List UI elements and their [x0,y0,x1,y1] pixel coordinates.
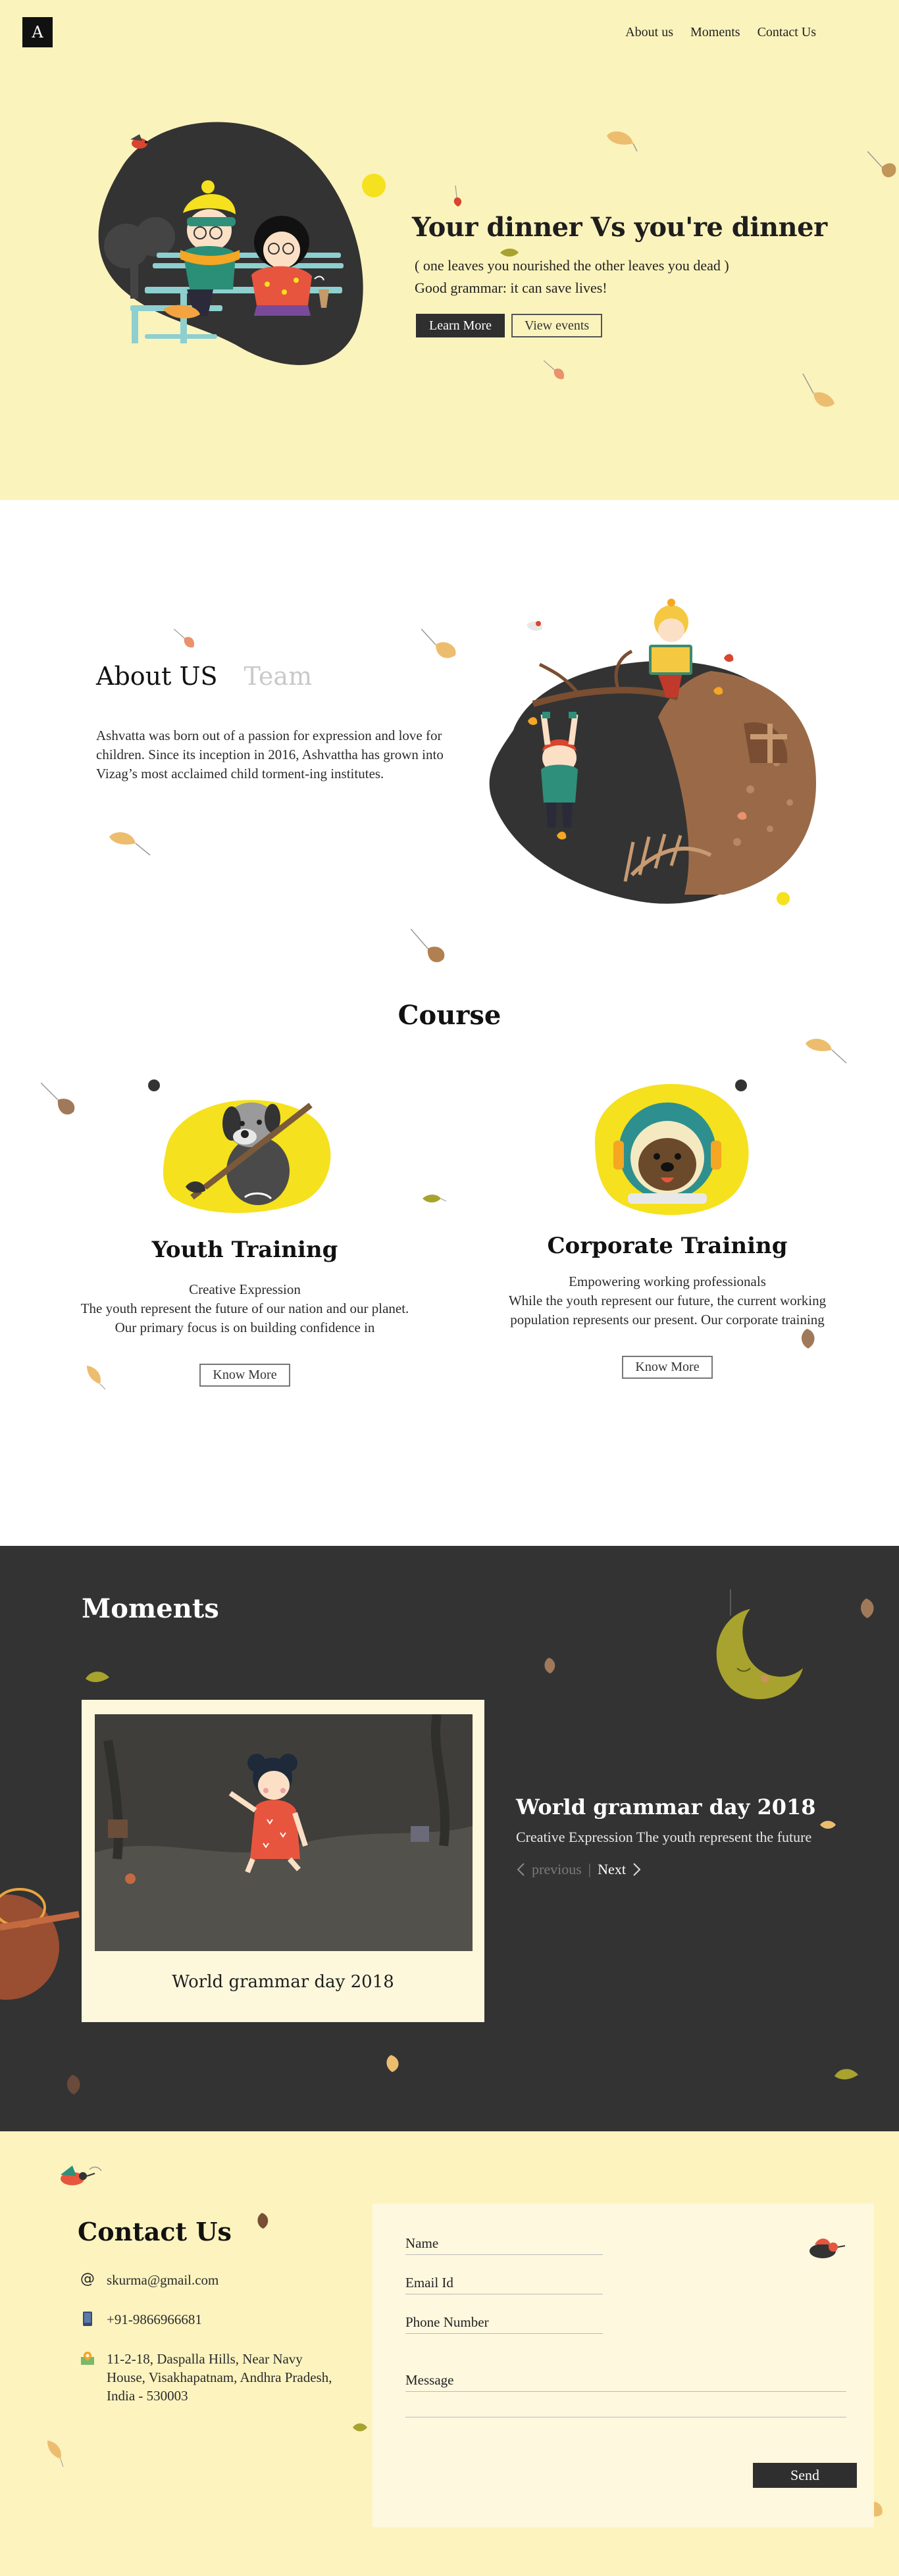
leaf-icon [835,2069,858,2080]
leaf-icon [544,1658,555,1673]
course-card-description: The youth represent the future of our na… [80,1300,409,1335]
leaf-icon [386,2055,399,2072]
leaf-icon [867,151,896,178]
contact-info: @ skurma@gmail.com +91-9866966681 11-2-1… [79,2271,355,2426]
contact-email[interactable]: skurma@gmail.com [107,2271,218,2289]
course-heading: Course [398,1000,501,1031]
hero-section: A About us Moments Contact Us Your dinne… [0,0,899,500]
leaf-icon [257,2213,269,2229]
chevron-right-icon[interactable] [632,1862,642,1877]
leaf-icon [806,1039,847,1064]
email-field[interactable] [405,2272,603,2294]
moments-section: Moments World grammar day 2018 World gra… [0,1546,899,2131]
course-card-subtitle: Empowering working professionals [569,1274,766,1289]
tab-about-us[interactable]: About US [96,662,218,691]
course-card-corporate: Corporate Training Empowering working pr… [496,1068,838,1379]
hero-tagline: ( one leaves you nourished the other lea… [415,257,729,274]
phone-number-field[interactable] [405,2312,603,2334]
course-card-description: While the youth represent our future, th… [508,1293,827,1327]
chevron-left-icon[interactable] [516,1862,525,1877]
contact-address: 11-2-18, Daspalla Hills, Near Navy House… [107,2351,332,2404]
course-card-title: Youth Training [151,1237,338,1263]
bird-icon [130,134,147,149]
moment-details: World grammar day 2018 Creative Expressi… [516,1795,858,1878]
about-section: About US Team Ashvatta was born out of a… [0,500,899,1000]
moment-title: World grammar day 2018 [516,1795,816,1820]
send-button[interactable]: Send [753,2463,857,2488]
nav-about-us[interactable]: About us [625,25,673,40]
hero-copy: Your dinner Vs you're dinner ( one leave… [412,212,833,337]
leaf-icon [86,1672,109,1683]
top-nav: About us Moments Contact Us [625,25,816,40]
contact-phone-row: +91-9866966681 [79,2310,355,2329]
moment-illustration [95,1714,473,1951]
leaf-icon [66,2075,80,2094]
message-field[interactable] [405,2369,846,2392]
moment-card-caption: World grammar day 2018 [172,1972,394,1992]
hero-actions: Learn More View events [416,314,833,337]
course-card-youth: Youth Training Creative Expression The y… [74,1072,416,1387]
hero-title: Your dinner Vs you're dinner [412,212,827,243]
about-description: Ashvatta was born out of a passion for e… [96,728,444,781]
corporate-training-illustration [595,1079,749,1215]
contact-form: Send [372,2204,874,2527]
leaf-icon [802,374,835,407]
about-tabs: About US Team [96,662,312,691]
at-sign-icon: @ [80,2271,95,2287]
moon-planet-icon [0,1888,80,2000]
leaf-icon [411,929,445,962]
course-card-title: Corporate Training [547,1233,788,1259]
leaf-icon [47,2440,64,2467]
location-icon [79,2350,96,2367]
about-illustration [489,599,816,904]
moment-description: Creative Expression The youth represent … [516,1829,812,1845]
leaf-icon [423,1195,446,1202]
leaf-icon [174,629,195,648]
course-section: Course Youth Training Creative Expressio… [0,1000,899,1546]
course-card-subtitle: Creative Expression [189,1281,301,1297]
contact-section: Contact Us @ skurma@gmail.com +91-986696… [0,2131,899,2576]
name-field[interactable] [405,2233,603,2255]
leaf-icon [860,1598,874,1618]
leaf-icon [453,186,462,207]
moments-heading: Moments [82,1593,219,1624]
nav-contact-us[interactable]: Contact Us [758,25,816,40]
leaf-icon [607,131,638,152]
pager-separator: | [588,1861,592,1877]
leaf-icon [544,360,565,380]
previous-button[interactable]: previous [532,1861,582,1878]
moment-pager: previous | Next [516,1861,858,1878]
moment-image [95,1714,473,1951]
learn-more-button[interactable]: Learn More [416,314,505,337]
leaf-icon [109,832,151,856]
youth-training-illustration [148,1079,331,1213]
nav-moments[interactable]: Moments [690,25,740,40]
contact-phone[interactable]: +91-9866966681 [107,2310,202,2329]
know-more-button[interactable]: Know More [622,1356,713,1379]
contact-email-row: @ skurma@gmail.com [79,2271,355,2289]
contact-address-row: 11-2-18, Daspalla Hills, Near Navy House… [79,2350,355,2405]
hero-subtext: Good grammar: it can save lives! [415,280,607,296]
leaf-icon [421,629,456,658]
next-button[interactable]: Next [598,1861,626,1878]
contact-heading: Contact Us [78,2217,232,2246]
bird-icon [809,2239,846,2258]
phone-icon [79,2310,96,2327]
know-more-button[interactable]: Know More [199,1364,290,1387]
tab-team[interactable]: Team [244,662,313,691]
view-events-button[interactable]: View events [511,314,603,337]
moon-icon [716,1589,803,1700]
bird-icon [61,2166,102,2185]
moment-card[interactable]: World grammar day 2018 [82,1700,484,2022]
site-logo[interactable]: A [22,17,53,47]
